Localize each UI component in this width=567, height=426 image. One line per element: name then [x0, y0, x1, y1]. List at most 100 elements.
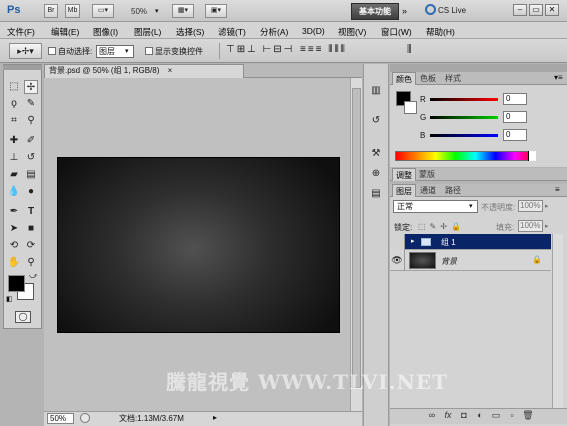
close-button[interactable]: ✕: [545, 4, 559, 16]
quick-select-tool-icon[interactable]: ✎: [24, 97, 38, 111]
tab-layers[interactable]: 图层: [392, 184, 416, 197]
expand-arrow-icon[interactable]: ▸: [411, 237, 415, 245]
histogram-icon[interactable]: ▥: [367, 83, 385, 99]
tab-swatches[interactable]: 色板: [417, 72, 439, 85]
zoom-level-select[interactable]: 50%: [131, 7, 147, 16]
layer-name[interactable]: 组 1: [441, 237, 456, 248]
crop-tool-icon[interactable]: ⌗: [7, 114, 21, 128]
screen-mode-button[interactable]: ▣▾: [205, 4, 227, 18]
eyedropper-tool-icon[interactable]: ⚲: [24, 114, 38, 128]
menu-3d[interactable]: 3D(D): [302, 26, 325, 36]
blur-tool-icon[interactable]: 💧: [7, 185, 21, 199]
menu-image[interactable]: 图像(I): [93, 26, 118, 38]
new-group-icon[interactable]: ▭: [490, 410, 502, 421]
red-slider[interactable]: [430, 98, 498, 101]
scrollbar-thumb[interactable]: [352, 88, 361, 388]
blend-mode-select[interactable]: 正常: [393, 200, 478, 213]
auto-align-button[interactable]: ⫼: [407, 44, 414, 55]
panel-menu-icon[interactable]: ≡: [555, 185, 560, 194]
move-tool-icon[interactable]: ✢: [24, 80, 38, 94]
quick-mask-icon[interactable]: ◯: [15, 311, 31, 323]
brush-tool-icon[interactable]: ✐: [24, 134, 38, 148]
dodge-tool-icon[interactable]: ●: [24, 185, 38, 199]
lock-buttons-group[interactable]: ⬚✎✢🔒: [418, 222, 465, 231]
hand-tool-icon[interactable]: ✋: [7, 256, 21, 270]
zoom-field[interactable]: 50%: [47, 413, 74, 424]
spectrum-white-swatch[interactable]: [528, 151, 536, 161]
color-spectrum-bar[interactable]: [395, 151, 536, 161]
tab-channels[interactable]: 通道: [417, 184, 439, 197]
eraser-tool-icon[interactable]: ▰: [7, 168, 21, 182]
mini-bridge-button[interactable]: Mb: [65, 4, 80, 18]
visibility-toggle-empty[interactable]: [390, 234, 405, 250]
healing-brush-tool-icon[interactable]: ✚: [7, 134, 21, 148]
menu-edit[interactable]: 编辑(E): [51, 26, 79, 38]
3d-rotate-tool-icon[interactable]: ⟲: [7, 239, 21, 253]
menu-help[interactable]: 帮助(H): [426, 26, 455, 38]
toolbox-grip[interactable]: [3, 65, 42, 70]
view-extras-button[interactable]: ▭▾: [92, 4, 114, 18]
rectangle-tool-icon[interactable]: ■: [24, 222, 38, 236]
tab-masks[interactable]: 蒙版: [416, 168, 438, 181]
pen-tool-icon[interactable]: ✒: [7, 205, 21, 219]
blue-value-input[interactable]: 0: [503, 129, 527, 141]
fill-input[interactable]: 100%: [518, 220, 543, 232]
green-slider[interactable]: [430, 116, 498, 119]
tool-preset-picker[interactable]: ▸✢▾: [9, 43, 42, 59]
history-icon[interactable]: ↺: [367, 113, 385, 129]
panel-menu-icon[interactable]: ▾≡: [554, 73, 563, 82]
layer-style-icon[interactable]: fx: [442, 410, 454, 421]
new-layer-icon[interactable]: ▫: [506, 410, 518, 421]
lasso-tool-icon[interactable]: ϙ: [7, 97, 21, 111]
opacity-input[interactable]: 100%: [518, 200, 543, 212]
auto-select-checkbox[interactable]: [48, 47, 56, 55]
menu-layer[interactable]: 图层(L): [134, 26, 161, 38]
maximize-button[interactable]: ▭: [529, 4, 543, 16]
red-value-input[interactable]: 0: [503, 93, 527, 105]
distribute-buttons-group[interactable]: ≡≡≡ ⫴⫴⫴: [300, 44, 347, 55]
green-value-input[interactable]: 0: [503, 111, 527, 123]
swap-colors-icon[interactable]: ⤻: [29, 271, 38, 281]
workspace-menu-icon[interactable]: »: [402, 6, 407, 16]
clone-stamp-tool-icon[interactable]: ⊥: [7, 151, 21, 165]
opacity-slider-arrow-icon[interactable]: ▸: [545, 202, 549, 210]
menu-file[interactable]: 文件(F): [7, 26, 35, 38]
cs-live-button[interactable]: CS Live: [438, 6, 466, 15]
default-colors-icon[interactable]: ◧: [6, 295, 13, 303]
layer-name[interactable]: 背景: [441, 256, 457, 267]
vertical-scrollbar[interactable]: [350, 78, 362, 411]
foreground-color-swatch[interactable]: [8, 275, 25, 292]
brushes-icon[interactable]: ▤: [367, 186, 385, 202]
bridge-button[interactable]: Br: [44, 4, 58, 18]
add-mask-icon[interactable]: ◘: [458, 410, 470, 421]
color-background-swatch[interactable]: [404, 101, 417, 114]
menu-view[interactable]: 视图(V): [338, 26, 366, 38]
gradient-tool-icon[interactable]: ▤: [24, 168, 38, 182]
tool-presets-icon[interactable]: ⚒: [367, 146, 385, 162]
status-info-icon[interactable]: [80, 413, 90, 423]
tab-adjustments[interactable]: 调整: [392, 168, 416, 181]
tab-styles[interactable]: 样式: [442, 72, 464, 85]
3d-orbit-tool-icon[interactable]: ⟳: [24, 239, 38, 253]
align-buttons-group[interactable]: ⊤⊞⊥ ⊢⊟⊣: [226, 44, 294, 55]
path-selection-tool-icon[interactable]: ➤: [7, 222, 21, 236]
canvas-image[interactable]: [57, 157, 340, 333]
adjustment-layer-icon[interactable]: ◐: [474, 410, 486, 421]
menu-window[interactable]: 窗口(W): [381, 26, 412, 38]
arrange-documents-button[interactable]: ▦▾: [172, 4, 194, 18]
marquee-tool-icon[interactable]: ⬚: [7, 80, 21, 94]
panel-dock-header[interactable]: [390, 64, 567, 72]
document-size-info[interactable]: 文档:1.13M/3.67M: [119, 413, 184, 424]
trash-icon[interactable]: 🗑: [522, 410, 534, 421]
menu-filter[interactable]: 滤镜(T): [218, 26, 246, 38]
fill-slider-arrow-icon[interactable]: ▸: [545, 222, 549, 230]
menu-analysis[interactable]: 分析(A): [260, 26, 288, 38]
type-tool-icon[interactable]: T: [24, 205, 38, 219]
tab-color[interactable]: 颜色: [392, 72, 416, 85]
status-menu-arrow-icon[interactable]: ▸: [213, 413, 217, 422]
zoom-tool-icon[interactable]: ⚲: [24, 256, 38, 270]
layers-scrollbar[interactable]: [552, 234, 563, 408]
minimize-button[interactable]: –: [513, 4, 527, 16]
document-tab[interactable]: 背景.psd @ 50% (组 1, RGB/8) ×: [44, 64, 244, 78]
history-brush-tool-icon[interactable]: ↺: [24, 151, 38, 165]
